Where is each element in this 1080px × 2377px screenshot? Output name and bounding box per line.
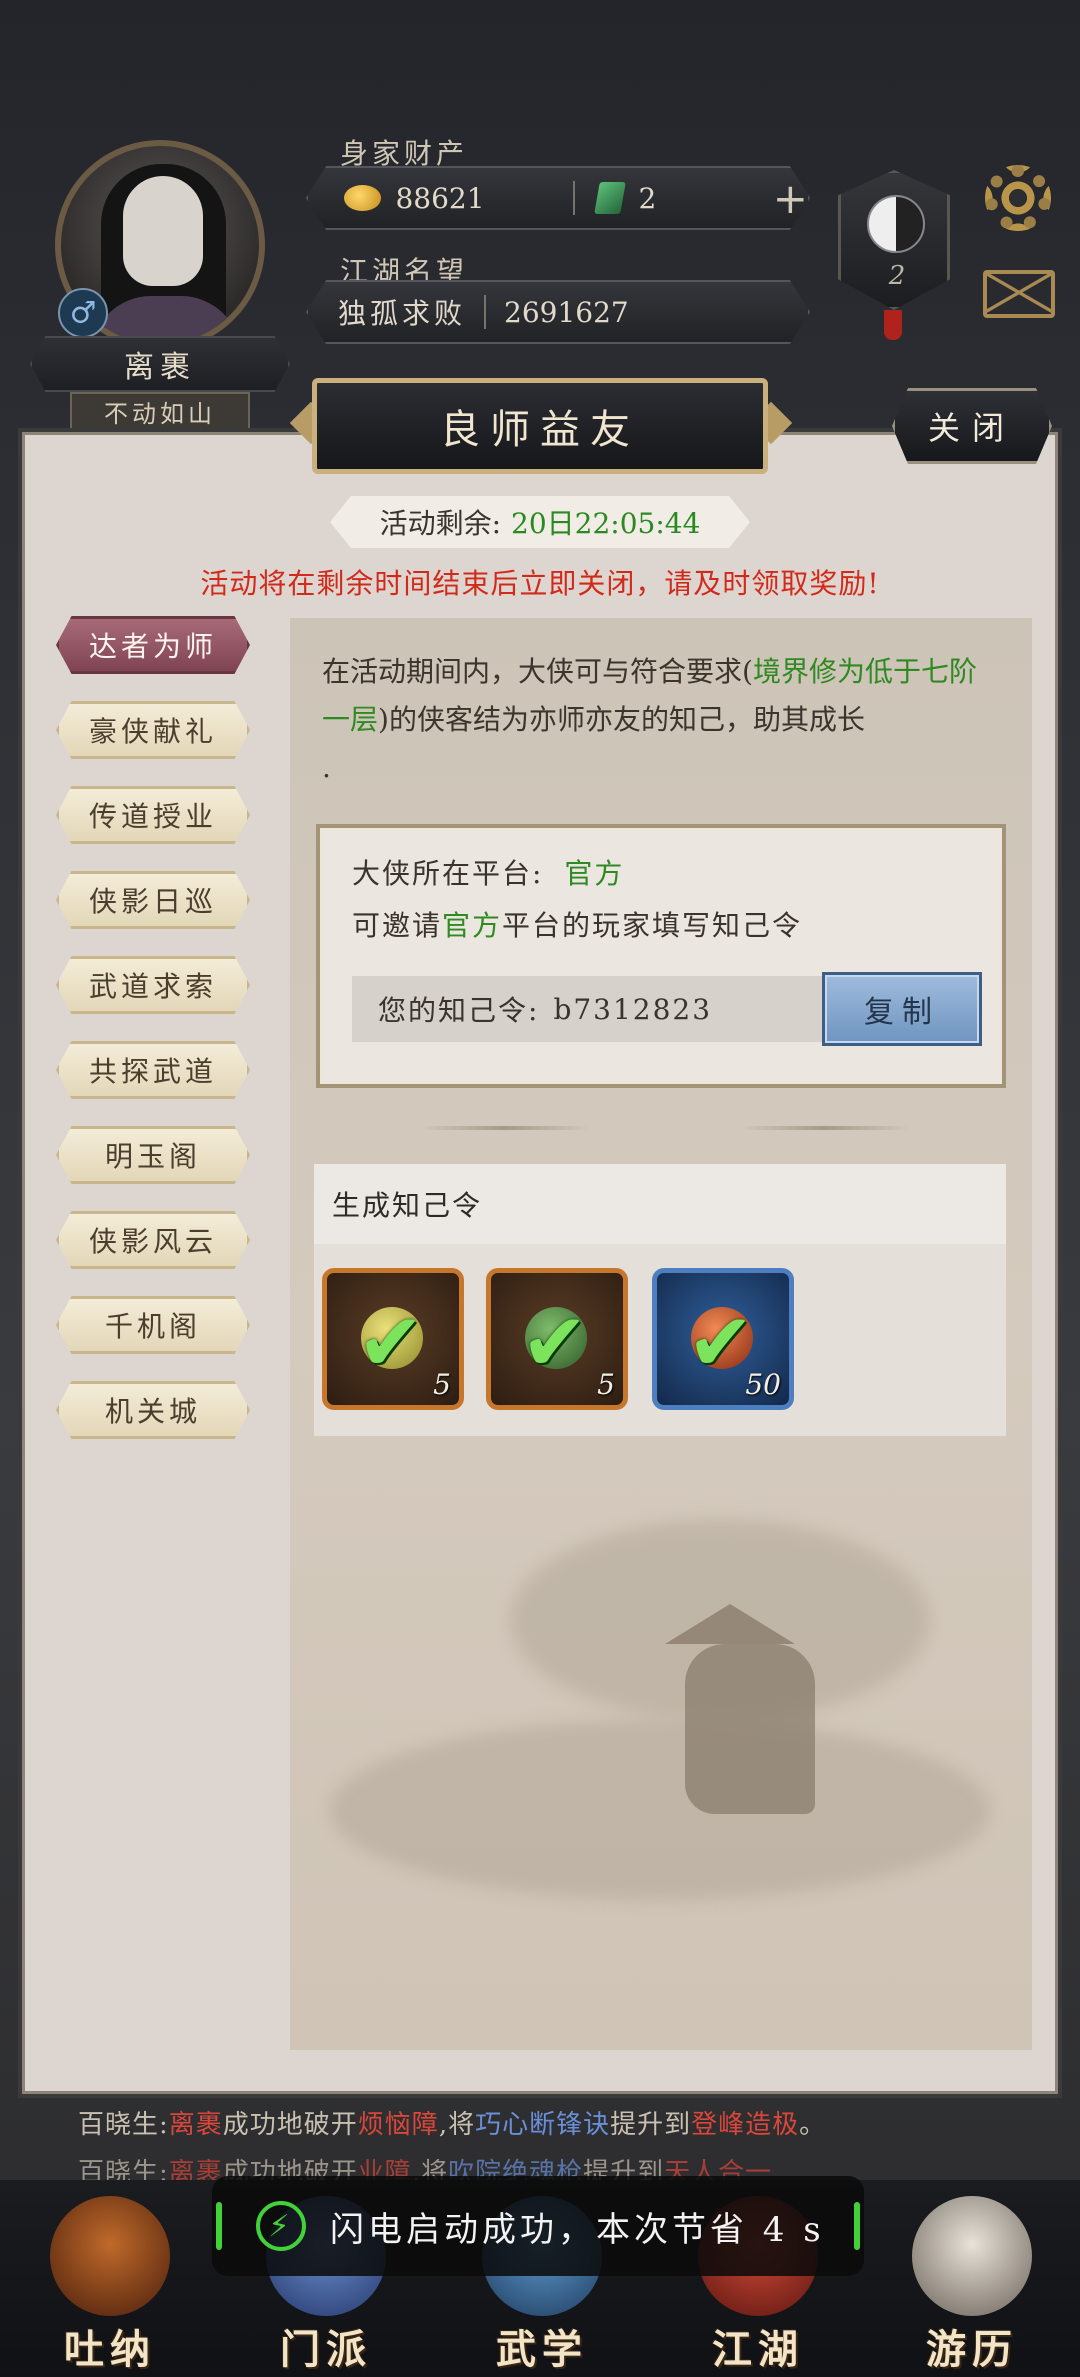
player-name: 离裹: [30, 336, 290, 392]
tassel-decoration: [884, 310, 902, 340]
item-quantity: 50: [745, 1368, 781, 1401]
nav-label: 游历: [926, 2326, 1018, 2373]
tab-hero-legends[interactable]: 侠影风云: [56, 1211, 250, 1269]
gold-ingot-icon: [344, 185, 382, 211]
feed-obstacle: 烦恼障: [357, 2110, 439, 2140]
tab-daily-patrol[interactable]: 侠影日巡: [56, 871, 250, 929]
jade-ticket-icon: [594, 182, 626, 214]
feed-text: ,将: [438, 2110, 476, 2140]
invite-text: 平台的玩家填写知己令: [502, 909, 803, 942]
generate-code-header: 生成知己令: [314, 1164, 1006, 1244]
tab-explore-martial[interactable]: 共探武道: [56, 1041, 250, 1099]
item-quantity: 5: [433, 1368, 451, 1401]
taiji-icon: [867, 195, 925, 253]
desc-text: 在活动期间内，大侠可与符合要求(: [322, 655, 753, 688]
nav-label: 吐纳: [64, 2326, 156, 2373]
reward-item-slot[interactable]: ✔ 5: [486, 1268, 628, 1410]
tab-teaching[interactable]: 传道授业: [56, 786, 250, 844]
ornament-divider-left: [420, 1126, 590, 1130]
taiji-level-badge[interactable]: 2: [838, 170, 950, 310]
add-currency-button[interactable]: +: [773, 174, 808, 223]
gourd-icon: [50, 2196, 170, 2316]
feed-player: 离裹: [168, 2110, 223, 2140]
timer-label: 活动剩余:: [379, 507, 502, 540]
platform-value: 官方: [564, 857, 625, 890]
platform-line: 大侠所在平台: 官方: [352, 852, 624, 892]
tab-hero-gift[interactable]: 豪侠献礼: [56, 701, 250, 759]
feed-text: 。: [799, 2110, 827, 2140]
divider: [484, 295, 487, 329]
feed-text: 成功地破开: [222, 2110, 358, 2140]
tab-qianji-pavilion[interactable]: 千机阁: [56, 1296, 250, 1354]
item-quantity: 5: [597, 1368, 615, 1401]
toast-notification: ⚡ 闪电启动成功，本次节省 4 s: [212, 2176, 864, 2276]
reward-item-slot[interactable]: ✔ 5: [322, 1268, 464, 1410]
jade-amount: 2: [638, 181, 657, 215]
timer-value: 20日22:05:44: [511, 507, 701, 540]
feed-prefix: 百晓生:: [78, 2110, 169, 2140]
toast-accent-right: [854, 2202, 860, 2250]
mail-icon[interactable]: [983, 270, 1055, 318]
taiji-level: 2: [888, 261, 906, 291]
nav-label: 武学: [496, 2326, 588, 2373]
feed-skill: 巧心断锋诀: [475, 2110, 611, 2140]
lightning-icon: ⚡: [256, 2201, 306, 2251]
panel-title: 良师益友: [312, 378, 768, 474]
checkmark-icon: ✔: [521, 1296, 589, 1389]
currency-bar: 88621 2 +: [306, 166, 810, 230]
tab-martial-quest[interactable]: 武道求索: [56, 956, 250, 1014]
rank-title: 独孤求败: [338, 297, 467, 330]
system-feed-line: 百晓生:离裹成功地破开烦恼障,将巧心断锋诀提升到登峰造极。: [78, 2104, 826, 2141]
close-warning: 活动将在剩余时间结束后立即关闭，请及时领取奖励!: [200, 567, 880, 600]
ink-landscape-illustration: [290, 1400, 1032, 2040]
invite-code-field: 您的知己令: b7312823: [352, 976, 822, 1042]
platform-label: 大侠所在平台:: [352, 857, 544, 890]
code-value: b7312823: [553, 992, 713, 1026]
nav-label: 江湖: [712, 2326, 804, 2373]
copy-button[interactable]: 复制: [822, 972, 982, 1046]
nav-breathing[interactable]: 吐纳: [30, 2186, 190, 2377]
gear-icon[interactable]: [985, 165, 1051, 231]
feed-level: 登峰造极: [691, 2110, 800, 2140]
divider: [572, 181, 575, 215]
tab-mentor[interactable]: 达者为师: [56, 616, 250, 674]
toast-text: 闪电启动成功，本次节省 4 s: [330, 2209, 825, 2250]
invite-text: 可邀请: [352, 909, 443, 942]
male-icon: ♂: [58, 288, 108, 338]
close-button[interactable]: 关闭: [892, 388, 1052, 464]
nav-travel[interactable]: 游历: [892, 2186, 1052, 2377]
nav-label: 门派: [280, 2326, 372, 2373]
avatar-mask: [123, 176, 203, 286]
feed-text: 提升到: [610, 2110, 692, 2140]
seated-swordsman-figure: [685, 1644, 815, 1814]
ornament-divider-right: [740, 1126, 910, 1130]
gold-amount: 88621: [395, 181, 485, 215]
toast-accent-left: [216, 2202, 222, 2250]
tab-mechanism-city[interactable]: 机关城: [56, 1381, 250, 1439]
checkmark-icon: ✔: [357, 1296, 425, 1389]
tab-mingyu-pavilion[interactable]: 明玉阁: [56, 1126, 250, 1184]
reputation-value: 2691627: [504, 295, 629, 329]
top-hud: ♂ 离裹 不动如山 身家财产 88621 2 + 江湖名望 独孤求败 26916…: [0, 0, 1080, 430]
code-label: 您的知己令:: [378, 994, 540, 1027]
activity-description: 在活动期间内，大侠可与符合要求(境界修为低于七阶一层)的侠客结为亦师亦友的知己，…: [322, 648, 1002, 792]
player-title: 不动如山: [70, 392, 250, 430]
invite-platform: 官方: [442, 909, 503, 942]
invite-line: 可邀请官方平台的玩家填写知己令: [352, 904, 802, 944]
reward-item-slot[interactable]: ✔ 50: [652, 1268, 794, 1410]
activity-timer: 活动剩余: 20日22:05:44: [330, 496, 750, 548]
desc-dot: .: [322, 751, 331, 784]
white-horse-icon: [912, 2196, 1032, 2316]
desc-text: )的侠客结为亦师亦友的知己，助其成长: [378, 703, 865, 736]
reputation-bar: 独孤求败 2691627: [306, 280, 810, 344]
